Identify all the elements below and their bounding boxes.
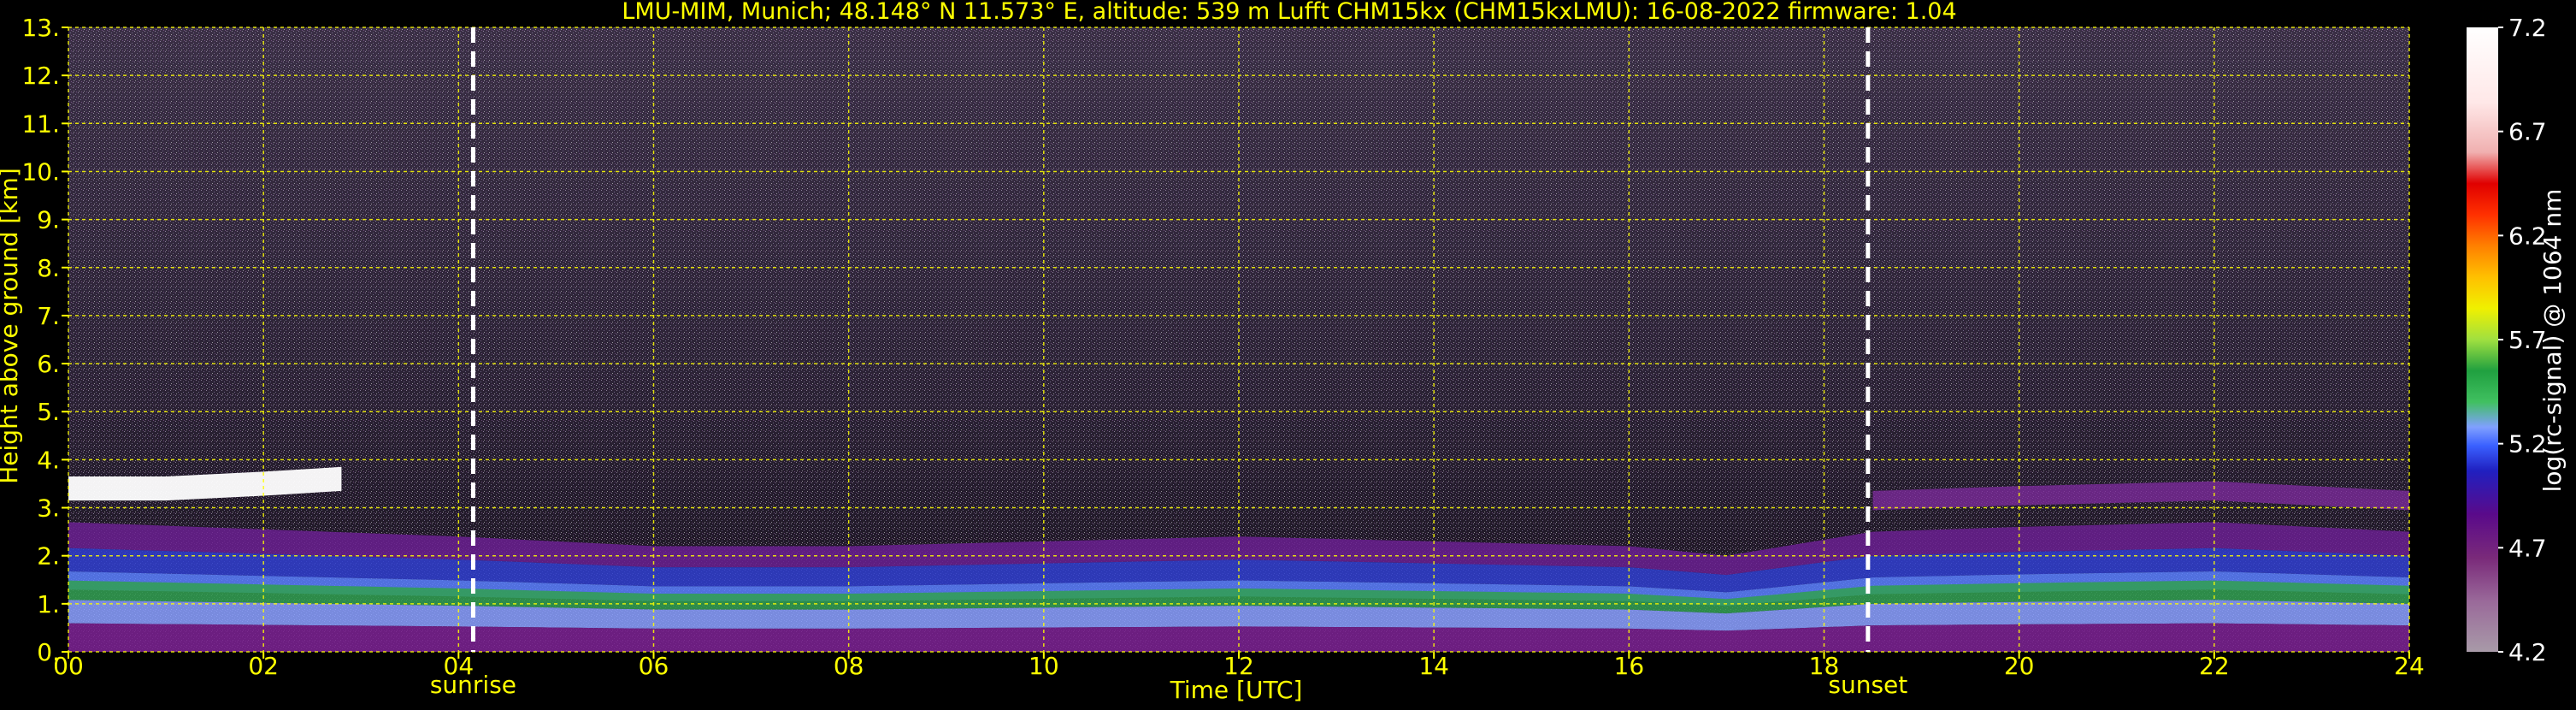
x-tick-label: 02 <box>248 652 279 680</box>
x-tick-label: 14 <box>1418 652 1449 680</box>
y-tick-label: 13. <box>21 14 60 42</box>
y-tick-label: 9. <box>37 206 60 234</box>
x-tick-label: 18 <box>1809 652 1840 680</box>
y-tick-label: 8. <box>37 254 60 282</box>
x-tick-label: 20 <box>2004 652 2035 680</box>
y-tick-label: 11. <box>21 109 60 138</box>
colorbar-tick-label: 4.7 <box>2508 534 2547 562</box>
y-tick-label: 7. <box>37 302 60 330</box>
y-tick-label: 0. <box>37 638 60 666</box>
colorbar <box>2467 27 2498 652</box>
y-axis: 0. 1. 2. 3. 4. 5. 6. 7. 8. 9. 10. 11. 12. 13. <box>21 14 68 666</box>
x-tick-label: 16 <box>1614 652 1645 680</box>
y-tick-label: 1. <box>37 590 60 618</box>
chart-title: LMU-MIM, Munich; 48.148° N 11.573° E, al… <box>622 0 1956 25</box>
x-tick-label: 04 <box>444 652 475 680</box>
y-axis-label: Height above ground [km] <box>0 168 23 484</box>
y-tick-label: 12. <box>21 62 60 90</box>
colorbar-tick-label: 4.2 <box>2508 638 2547 666</box>
x-tick-label: 22 <box>2199 652 2230 680</box>
x-tick-label: 08 <box>834 652 864 680</box>
chart-svg: sunrise sunset 00 02 04 06 08 10 12 14 16 18 20 22 24… <box>0 0 2567 704</box>
y-tick-label: 6. <box>37 350 60 378</box>
y-tick-label: 5. <box>37 398 60 426</box>
y-tick-label: 2. <box>37 542 60 571</box>
colorbar-tick-label: 7.2 <box>2508 14 2547 42</box>
y-tick-label: 3. <box>37 494 60 523</box>
colorbar-label: log(rc-signal) @ 1064 nm <box>2538 189 2567 493</box>
colorbar-tick-label: 6.7 <box>2508 118 2547 146</box>
y-tick-label: 4. <box>37 446 60 474</box>
y-tick-label: 10. <box>21 157 60 186</box>
sunset-label: sunset <box>1828 671 1907 699</box>
x-axis-label: Time [UTC] <box>1170 676 1303 704</box>
x-tick-label: 06 <box>639 652 669 680</box>
x-tick-label: 10 <box>1029 652 1059 680</box>
x-tick-label: 24 <box>2394 652 2425 680</box>
ceilometer-plot: sunrise sunset 00 02 04 06 08 10 12 14 16 18 20 22 24… <box>0 0 2576 707</box>
